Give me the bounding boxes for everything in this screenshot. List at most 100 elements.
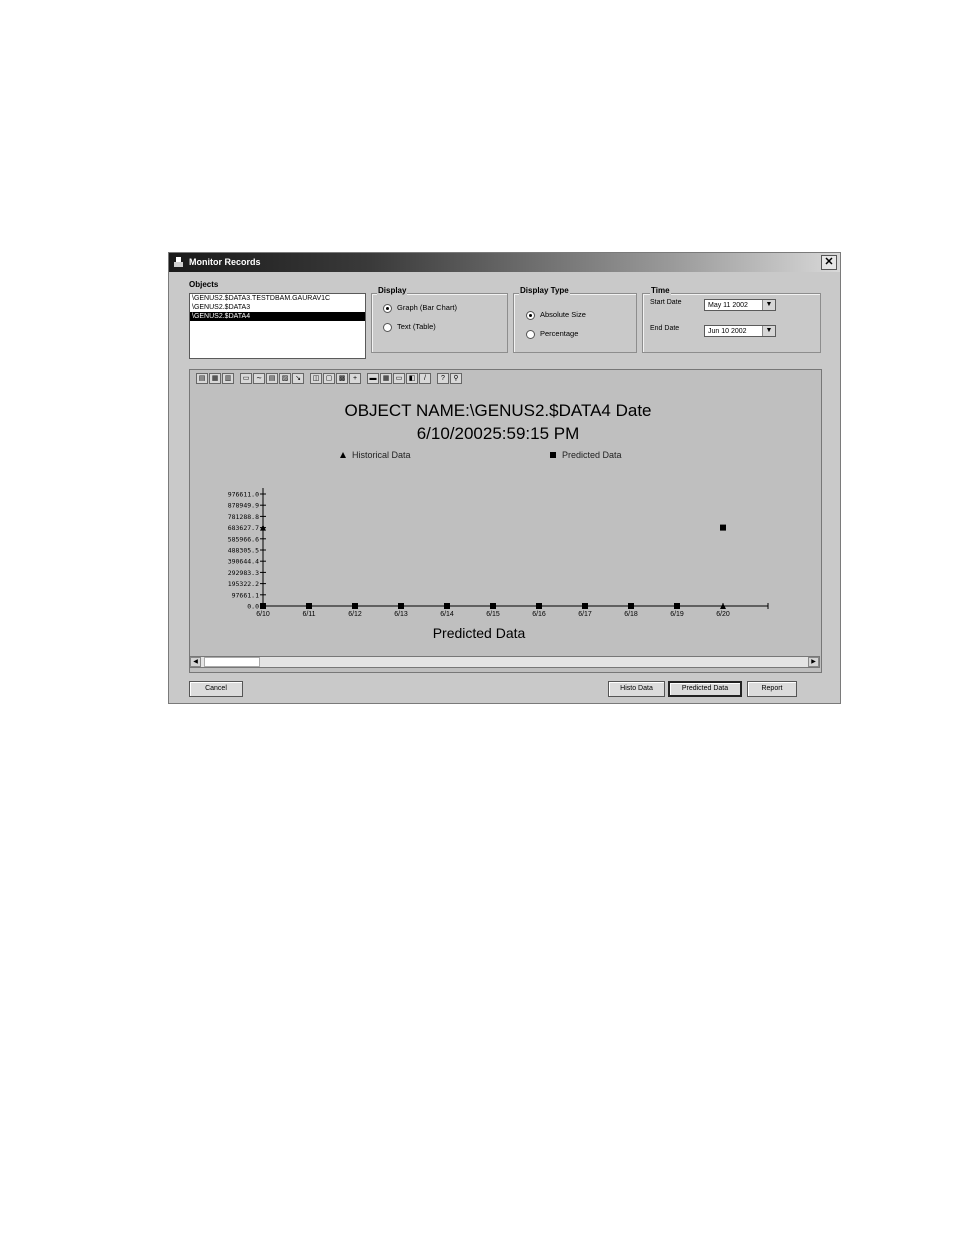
display-label: Display	[377, 286, 408, 295]
chart-marks	[260, 524, 726, 609]
end-date-value: Jun 10 2002	[708, 328, 747, 335]
y-tick-label: 878949.9	[228, 502, 259, 510]
radio-absolute-size[interactable]: Absolute Size	[526, 309, 586, 321]
close-icon: ✕	[824, 256, 834, 268]
toolbar-icon[interactable]: ▦	[209, 373, 221, 384]
x-tick-label: 6/10	[256, 611, 270, 618]
radio-selected-icon	[383, 303, 392, 313]
radio-text-label: Text (Table)	[397, 322, 436, 331]
legend-triangle-marker	[340, 452, 346, 458]
predicted-point	[398, 603, 404, 609]
toolbar-icon[interactable]: ▤	[266, 373, 278, 384]
help-icon[interactable]: ?	[437, 373, 449, 384]
toolbar-icon[interactable]: ▥	[222, 373, 234, 384]
y-tick-label: 976611.0	[228, 491, 259, 499]
y-tick-label: 195322.2	[228, 580, 259, 588]
predicted-point	[352, 603, 358, 609]
toolbar-icon[interactable]: ◧	[406, 373, 418, 384]
x-tick-label: 6/12	[348, 611, 362, 618]
app-icon	[174, 257, 183, 267]
chart-panel: ▤ ▦ ▥ ▭ ∼ ▤ ▨ ↘ ◫ ▢ ▩ + ▬ ▦ ▭ ◧ / ? ⚲ OB…	[189, 369, 822, 673]
toolbar-icon[interactable]: ◫	[310, 373, 322, 384]
toolbar-icon[interactable]: ∼	[253, 373, 265, 384]
predicted-point	[674, 603, 680, 609]
predicted-point	[260, 603, 266, 609]
end-date-combo[interactable]: Jun 10 2002 ▼	[704, 325, 776, 337]
x-tick-label: 6/13	[394, 611, 408, 618]
list-item-selected[interactable]: \GENUS2.$DATA4	[190, 312, 365, 321]
predicted-point	[306, 603, 312, 609]
scroll-right-icon[interactable]: ▶	[808, 657, 819, 667]
list-item[interactable]: \GENUS2.$DATA3.TESTDBAM.GAURAV1C	[190, 294, 365, 303]
y-tick-label: 488305.5	[228, 547, 259, 555]
report-button[interactable]: Report	[747, 681, 797, 697]
predicted-point	[536, 603, 542, 609]
x-tick-label: 6/19	[670, 611, 684, 618]
toolbar-icon[interactable]: ▭	[393, 373, 405, 384]
end-date-label: End Date	[650, 325, 680, 332]
toolbar-icon[interactable]: ▨	[279, 373, 291, 384]
chart-legend: Historical Data Predicted Data	[340, 450, 622, 460]
predicted-data-button[interactable]: Predicted Data	[668, 681, 742, 697]
report-label: Report	[761, 685, 783, 692]
time-label: Time	[650, 286, 671, 295]
y-tick-label: 781288.8	[228, 513, 259, 521]
chart-axes: 0.0 97661.1 195322.2 292983.3 390644.4 488305…	[228, 488, 769, 618]
toolbar-icon[interactable]: +	[349, 373, 361, 384]
start-date-label: Start Date	[650, 299, 682, 306]
chevron-down-icon[interactable]: ▼	[762, 326, 775, 336]
y-tick-label: 292983.3	[228, 569, 259, 577]
predicted-point	[628, 603, 634, 609]
x-axis-label: Predicted Data	[433, 625, 526, 641]
legend-label: Predicted Data	[562, 450, 622, 460]
radio-text[interactable]: Text (Table)	[383, 321, 436, 333]
start-date-value: May 11 2002	[708, 302, 748, 309]
toolbar-icon[interactable]: ▤	[196, 373, 208, 384]
y-tick-label: 97661.1	[232, 591, 259, 599]
toolbar-icon[interactable]: ↘	[292, 373, 304, 384]
start-date-combo[interactable]: May 11 2002 ▼	[704, 299, 776, 311]
display-type-label: Display Type	[519, 286, 570, 295]
title-bar[interactable]: Monitor Records ✕	[169, 253, 840, 272]
cancel-button[interactable]: Cancel	[189, 681, 243, 697]
monitor-records-window: Monitor Records ✕ Objects \GENUS2.$DATA3…	[168, 252, 841, 704]
legend-square-marker	[550, 452, 556, 458]
toolbar-icon[interactable]: /	[419, 373, 431, 384]
toolbar-icon[interactable]: ▭	[240, 373, 252, 384]
radio-percentage[interactable]: Percentage	[526, 328, 578, 340]
display-type-group	[513, 293, 637, 353]
toolbar-icon[interactable]: ▦	[380, 373, 392, 384]
radio-absolute-label: Absolute Size	[540, 310, 586, 319]
chart-title-line2: 6/10/20025:59:15 PM	[417, 424, 580, 443]
predicted-point	[490, 603, 496, 609]
chart-title-line1: OBJECT NAME:\GENUS2.$DATA4 Date	[344, 401, 651, 420]
radio-selected-icon	[526, 310, 535, 320]
y-tick-label: 683627.7	[228, 524, 259, 532]
y-tick-label: 0.0	[247, 603, 259, 611]
chart: OBJECT NAME:\GENUS2.$DATA4 Date 6/10/200…	[228, 401, 769, 641]
histo-data-button[interactable]: Histo Data	[608, 681, 665, 697]
objects-list[interactable]: \GENUS2.$DATA3.TESTDBAM.GAURAV1C \GENUS2…	[189, 293, 366, 359]
scroll-left-icon[interactable]: ◀	[190, 657, 201, 667]
y-tick-label: 585966.6	[228, 535, 259, 543]
zoom-icon[interactable]: ⚲	[450, 373, 462, 384]
scroll-thumb[interactable]	[204, 657, 260, 667]
chevron-down-icon[interactable]: ▼	[762, 300, 775, 310]
x-tick-label: 6/18	[624, 611, 638, 618]
x-tick-label: 6/17	[578, 611, 592, 618]
x-tick-label: 6/14	[440, 611, 454, 618]
close-button[interactable]: ✕	[821, 255, 837, 270]
toolbar-icon[interactable]: ▢	[323, 373, 335, 384]
predicted-point	[582, 603, 588, 609]
radio-percentage-label: Percentage	[540, 329, 579, 338]
list-item[interactable]: \GENUS2.$DATA3	[190, 303, 365, 312]
radio-graph[interactable]: Graph (Bar Chart)	[383, 302, 457, 314]
histo-data-label: Histo Data	[620, 685, 653, 692]
predicted-point	[444, 603, 450, 609]
cancel-label: Cancel	[205, 685, 227, 692]
toolbar-icon[interactable]: ▬	[367, 373, 379, 384]
horizontal-scrollbar[interactable]: ◀ ▶	[189, 656, 820, 668]
toolbar-icon[interactable]: ▩	[336, 373, 348, 384]
x-tick-label: 6/15	[486, 611, 500, 618]
radio-unselected-icon	[383, 322, 392, 332]
